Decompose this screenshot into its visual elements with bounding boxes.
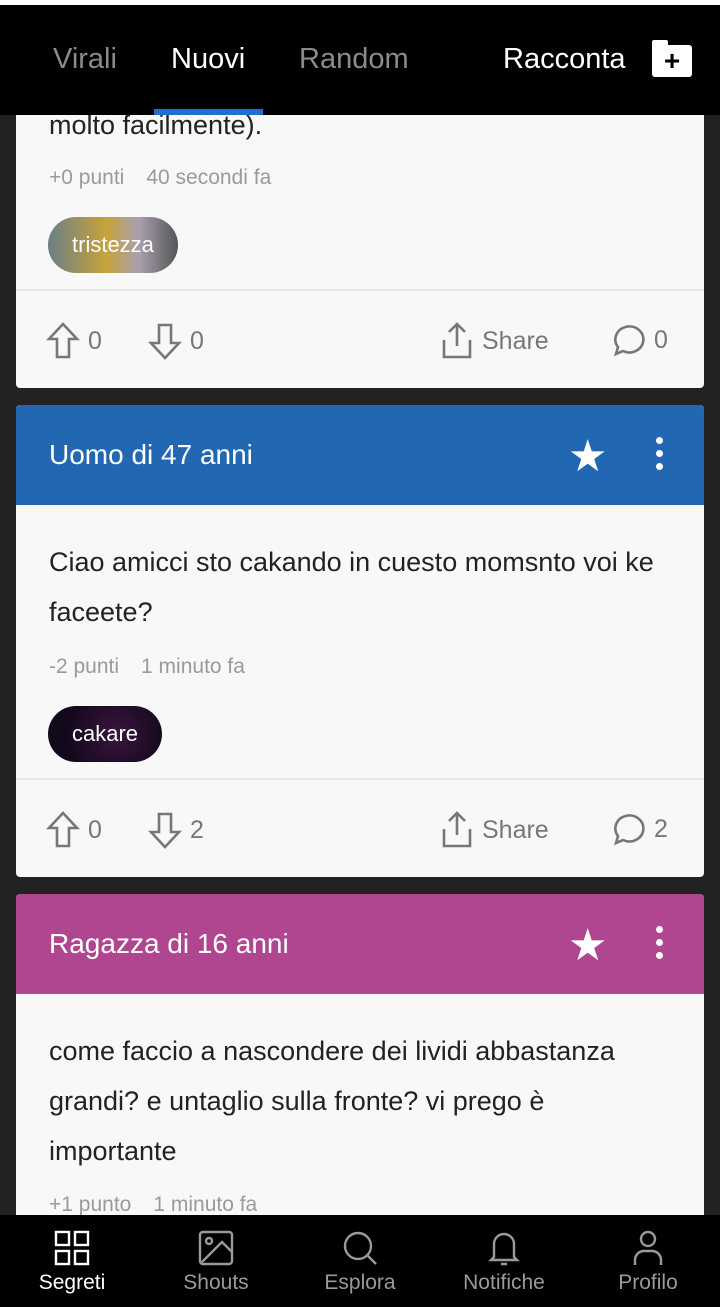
image-icon: [198, 1230, 234, 1266]
star-icon[interactable]: ★: [568, 920, 607, 971]
post-card: Uomo di 47 anni ★ Ciao amicci sto cakand…: [16, 405, 704, 877]
arrow-down-icon: [148, 812, 182, 849]
top-bar: Virali Nuovi Random Racconta +: [0, 5, 720, 115]
star-icon[interactable]: ★: [568, 431, 607, 482]
comments-button[interactable]: 0: [610, 322, 668, 358]
time: 40 secondi fa: [146, 166, 272, 189]
more-icon[interactable]: [656, 437, 664, 476]
downvote-button[interactable]: 2: [148, 811, 204, 849]
comment-icon: [613, 814, 645, 846]
arrow-up-icon: [46, 811, 80, 848]
bottom-nav: Segreti Shouts Esplora Notifiche Profilo: [0, 1215, 720, 1307]
nav-shouts[interactable]: Shouts: [144, 1215, 288, 1295]
tag-chip[interactable]: cakare: [48, 706, 163, 762]
arrow-up-icon: [46, 322, 80, 359]
upvote-button[interactable]: 0: [46, 811, 102, 849]
post-author: Uomo di 47 anni: [49, 439, 253, 470]
nav-profilo[interactable]: Profilo: [576, 1215, 720, 1295]
points: +1 punto: [49, 1193, 132, 1216]
post-body: come faccio a nascondere dei lividi abba…: [49, 1036, 615, 1166]
folder-plus-icon[interactable]: +: [652, 40, 692, 77]
tab-nuovi[interactable]: Nuovi: [171, 43, 245, 76]
downvote-button[interactable]: 0: [148, 322, 204, 360]
post-body: Ciao amicci sto cakando in cuesto momsnt…: [49, 547, 654, 627]
points: -2 punti: [49, 655, 120, 678]
arrow-down-icon: [148, 323, 182, 360]
post-header: Ragazza di 16 anni ★: [16, 894, 704, 994]
post-meta: +0 punti 40 secondi fa: [49, 166, 271, 190]
time: 1 minuto fa: [153, 1193, 258, 1216]
share-icon: [442, 811, 472, 848]
active-tab-indicator: [154, 109, 263, 115]
post-meta: +1 punto 1 minuto fa: [49, 1193, 257, 1217]
tab-random[interactable]: Random: [299, 43, 409, 76]
post-meta: -2 punti 1 minuto fa: [49, 655, 245, 679]
nav-segreti[interactable]: Segreti: [0, 1215, 144, 1295]
divider: [16, 778, 704, 780]
tab-virali[interactable]: Virali: [53, 43, 117, 76]
search-icon: [343, 1231, 377, 1265]
share-icon: [442, 322, 472, 359]
points: +0 punti: [49, 166, 125, 189]
nav-esplora[interactable]: Esplora: [288, 1215, 432, 1295]
share-button[interactable]: Share: [440, 322, 549, 360]
share-button[interactable]: Share: [440, 811, 549, 849]
user-icon: [633, 1230, 663, 1265]
post-header: Uomo di 47 anni ★: [16, 405, 704, 505]
grid-icon: [54, 1230, 90, 1266]
divider: [16, 289, 704, 291]
post-author: Ragazza di 16 anni: [49, 928, 289, 959]
upvote-button[interactable]: 0: [46, 322, 102, 360]
bell-icon: [488, 1232, 520, 1266]
tag-chip[interactable]: tristezza: [48, 217, 178, 273]
time: 1 minuto fa: [141, 655, 245, 678]
nav-notifiche[interactable]: Notifiche: [432, 1215, 576, 1295]
more-icon[interactable]: [656, 926, 664, 965]
comment-icon: [613, 325, 645, 357]
racconta-button[interactable]: Racconta: [503, 43, 626, 76]
comments-button[interactable]: 2: [610, 811, 668, 847]
